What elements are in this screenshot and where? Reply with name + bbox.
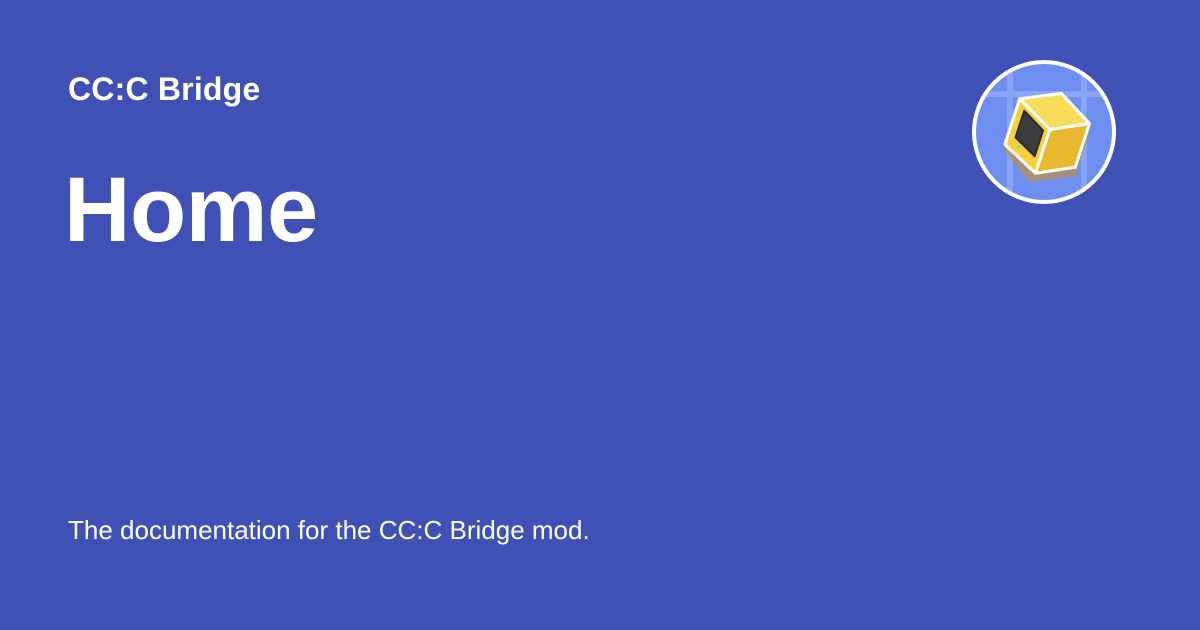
social-card: CC:C Bridge Home The documentation for t…: [0, 0, 1200, 630]
site-name: CC:C Bridge: [68, 71, 261, 107]
page-title: Home: [64, 159, 318, 261]
page-description: The documentation for the CC:C Bridge mo…: [68, 515, 590, 545]
cube-computer-icon: [972, 60, 1116, 204]
site-logo: [972, 60, 1116, 204]
